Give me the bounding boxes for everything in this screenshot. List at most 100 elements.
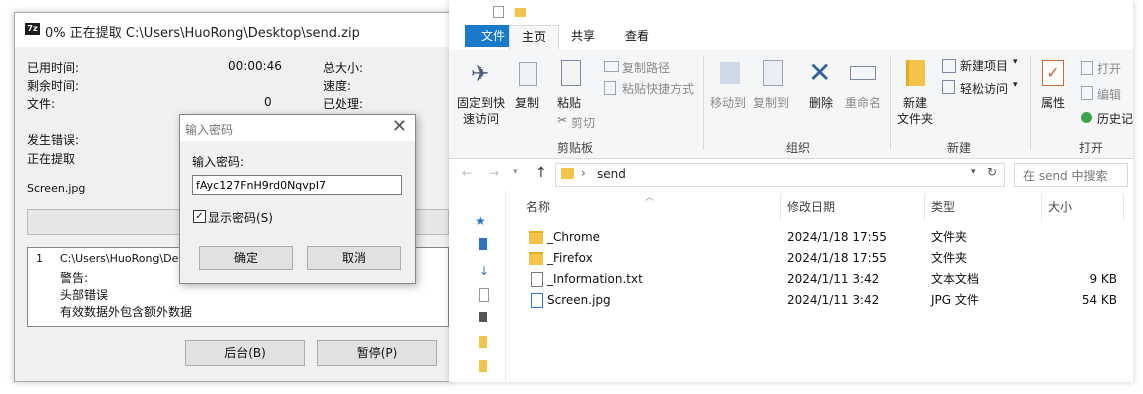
tab-share[interactable]: 共享	[563, 25, 603, 49]
history-button[interactable]: 历史记	[1097, 110, 1133, 127]
close-icon[interactable]: ✕	[392, 117, 407, 137]
open-button[interactable]: 打开	[1097, 60, 1121, 77]
copy-icon[interactable]	[519, 62, 537, 86]
file-row[interactable]: Screen.jpg 2024/1/11 3:42 JPG 文件 54 KB	[509, 290, 1129, 311]
copy-to-button[interactable]: 复制到	[753, 94, 789, 111]
password-dialog-title: 输入密码	[185, 123, 234, 137]
folder-icon	[561, 168, 574, 179]
back-arrow-icon[interactable]: ←	[462, 166, 472, 180]
breadcrumb-send[interactable]: send	[597, 167, 626, 181]
cancel-button[interactable]: 取消	[307, 246, 401, 270]
elapsed-value: 00:00:46	[228, 59, 282, 73]
history-icon[interactable]	[1081, 112, 1092, 123]
folder-icon[interactable]	[479, 360, 487, 372]
7zip-icon: 7z	[25, 23, 40, 35]
move-to-button[interactable]: 移动到	[710, 94, 746, 111]
pin-quick-access-line1[interactable]: 固定到快	[457, 94, 505, 111]
file-row[interactable]: _Information.txt 2024/1/11 3:42 文本文档 9 K…	[509, 269, 1129, 290]
new-folder-line1[interactable]: 新建	[903, 94, 927, 111]
pause-button[interactable]: 暂停(P)	[317, 340, 437, 366]
pin-icon[interactable]: ✈	[471, 62, 489, 87]
folder-icon[interactable]	[515, 8, 526, 17]
open-icon[interactable]	[1081, 61, 1093, 75]
file-row[interactable]: _Firefox 2024/1/18 17:55 文件夹	[509, 248, 1129, 269]
properties-icon[interactable]: ✓	[1042, 60, 1064, 86]
organize-group-label: 组织	[786, 141, 811, 155]
log-warning: 警告:	[60, 271, 89, 285]
delete-icon[interactable]: ✕	[808, 56, 831, 89]
move-to-icon[interactable]	[720, 62, 740, 84]
column-divider[interactable]	[1123, 194, 1124, 220]
remaining-label: 剩余时间:	[27, 79, 80, 93]
sort-ascending-icon: ︿	[645, 193, 655, 203]
new-item-icon[interactable]	[942, 59, 956, 73]
show-password-checkbox[interactable]: ✓	[193, 210, 206, 223]
pin-quick-access-line2[interactable]: 速访问	[463, 110, 499, 127]
search-input[interactable]: 在 send 中搜索	[1023, 167, 1108, 184]
column-name[interactable]: 名称	[526, 196, 550, 218]
easy-access-button[interactable]: 轻松访问	[960, 80, 1008, 97]
column-modified[interactable]: 修改日期	[787, 196, 835, 218]
star-icon[interactable]: ★	[475, 214, 486, 228]
column-divider[interactable]	[1041, 194, 1042, 220]
background-button[interactable]: 后台(B)	[185, 340, 305, 366]
file-name: _Firefox	[547, 251, 593, 265]
paste-shortcut-button[interactable]: 粘贴快捷方式	[622, 80, 694, 97]
file-name: _Information.txt	[547, 272, 643, 286]
paste-icon[interactable]	[561, 60, 581, 86]
refresh-icon[interactable]: ↻	[987, 165, 997, 179]
column-divider[interactable]	[924, 194, 925, 220]
cut-button[interactable]: 剪切	[571, 114, 595, 131]
scissors-icon[interactable]: ✂	[557, 113, 567, 127]
download-icon[interactable]: ↓	[479, 264, 489, 278]
paste-shortcut-icon[interactable]	[604, 81, 616, 95]
easy-access-icon[interactable]	[942, 80, 955, 94]
edit-button[interactable]: 编辑	[1097, 86, 1121, 103]
chevron-down-icon[interactable]: ▾	[971, 167, 976, 177]
chevron-down-icon[interactable]: ▾	[1013, 57, 1018, 67]
rename-button[interactable]: 重命名	[845, 94, 881, 111]
delete-button[interactable]: 删除	[809, 94, 833, 111]
file-name: Screen.jpg	[547, 293, 611, 307]
properties-button[interactable]: 属性	[1041, 94, 1065, 111]
edit-icon[interactable]	[1081, 86, 1093, 100]
document-icon[interactable]	[479, 288, 489, 302]
ribbon-divider	[1030, 56, 1031, 150]
password-input[interactable]	[192, 175, 402, 195]
open-group-label: 打开	[1079, 141, 1104, 155]
copy-path-button[interactable]: 复制路径	[622, 59, 670, 76]
nav-item-icon[interactable]	[479, 238, 487, 250]
copy-button[interactable]: 复制	[515, 94, 539, 111]
processed-label: 已处理:	[323, 97, 364, 111]
tab-view[interactable]: 查看	[617, 25, 657, 49]
column-size[interactable]: 大小	[1048, 196, 1072, 218]
new-item-button[interactable]: 新建项目	[960, 57, 1008, 74]
current-file: Screen.jpg	[27, 182, 86, 195]
file-type: 文本文档	[931, 272, 980, 286]
clipboard-group-label: 剪贴板	[557, 141, 594, 155]
chevron-down-icon[interactable]: ▾	[513, 167, 518, 177]
column-divider[interactable]	[780, 194, 781, 220]
breadcrumb-separator-icon[interactable]: ›	[581, 166, 586, 180]
ok-button[interactable]: 确定	[199, 246, 293, 270]
copy-path-icon[interactable]	[604, 61, 619, 72]
column-type[interactable]: 类型	[931, 196, 955, 218]
file-row[interactable]: _Chrome 2024/1/18 17:55 文件夹	[509, 227, 1129, 248]
new-folder-line2[interactable]: 文件夹	[897, 110, 933, 127]
blank-file-icon[interactable]	[493, 6, 504, 18]
chevron-down-icon[interactable]: ▾	[1013, 80, 1018, 90]
elapsed-label: 已用时间:	[27, 61, 80, 75]
password-dialog: 输入密码 ✕ 输入密码: ✓ 显示密码(S) 确定 取消	[179, 114, 416, 284]
up-arrow-icon[interactable]: ↑	[535, 165, 547, 181]
rename-icon[interactable]	[850, 66, 876, 80]
new-folder-icon[interactable]	[906, 60, 925, 86]
forward-arrow-icon[interactable]: →	[489, 166, 499, 180]
folder-icon[interactable]	[479, 336, 487, 348]
new-group-label: 新建	[947, 141, 972, 155]
copy-to-icon[interactable]	[763, 60, 783, 86]
file-modified: 2024/1/11 3:42	[787, 293, 880, 307]
tab-home[interactable]: 主页	[509, 25, 559, 50]
image-icon[interactable]	[479, 312, 487, 322]
file-size: 9 KB	[1089, 272, 1117, 286]
paste-button[interactable]: 粘贴	[557, 94, 581, 111]
